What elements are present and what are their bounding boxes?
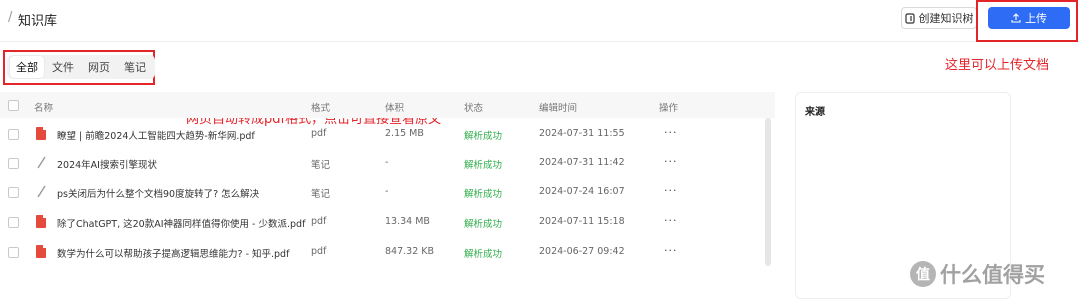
select-all-checkbox[interactable]: [8, 100, 19, 111]
file-name[interactable]: ps关闭后为什么整个文档90度旋转了? 怎么解决: [57, 186, 259, 200]
edit-time: 2024-07-31 11:55: [539, 128, 625, 139]
edit-time: 2024-06-27 09:42: [539, 246, 625, 257]
file-size: 847.32 KB: [385, 246, 435, 257]
file-name[interactable]: 数学为什么可以帮助孩子提高逻辑思维能力? - 知乎.pdf: [57, 246, 289, 260]
tab-files[interactable]: 文件: [46, 56, 80, 78]
file-format: pdf: [311, 216, 327, 227]
more-actions-button[interactable]: ···: [664, 155, 678, 168]
source-panel-title: 来源: [805, 107, 825, 118]
row-checkbox[interactable]: [8, 158, 19, 169]
edit-time: 2024-07-11 15:18: [539, 216, 625, 227]
file-size: 2.15 MB: [385, 128, 424, 139]
file-format: 笔记: [311, 189, 331, 200]
edit-time: 2024-07-24 16:07: [539, 186, 625, 197]
pdf-icon: [36, 127, 46, 140]
header-divider: [0, 41, 1080, 42]
file-format: pdf: [311, 246, 327, 257]
create-knowledge-tree-label: 创建知识树: [918, 12, 974, 25]
create-knowledge-tree-button[interactable]: 创建知识树: [901, 7, 977, 29]
parse-status: 解析成功: [464, 160, 503, 171]
column-format: 格式: [311, 103, 331, 114]
parse-status: 解析成功: [464, 219, 503, 230]
row-checkbox[interactable]: [8, 187, 19, 198]
tab-webpages[interactable]: 网页: [82, 56, 116, 78]
upload-annotation: 这里可以上传文档: [945, 58, 1050, 73]
file-size: 13.34 MB: [385, 216, 430, 227]
file-name[interactable]: 瞭望 | 前瞻2024人工智能四大趋势-新华网.pdf: [57, 128, 255, 142]
watermark: 值 什么值得买: [910, 259, 1045, 289]
filter-tabs: 全部 文件 网页 笔记: [7, 55, 155, 79]
row-checkbox[interactable]: [8, 129, 19, 140]
table-row[interactable]: 数学为什么可以帮助孩子提高逻辑思维能力? - 知乎.pdf pdf 847.32…: [0, 238, 775, 267]
table-scrollbar[interactable]: [765, 118, 771, 266]
file-name[interactable]: 2024年AI搜索引擎现状: [57, 157, 157, 171]
file-size: -: [385, 186, 389, 197]
parse-status: 解析成功: [464, 189, 503, 200]
pdf-icon: [36, 245, 46, 258]
column-size: 体积: [385, 103, 405, 114]
table-row[interactable]: 瞭望 | 前瞻2024人工智能四大趋势-新华网.pdf pdf 2.15 MB …: [0, 120, 775, 149]
pdf-icon: [36, 215, 46, 228]
parse-status: 解析成功: [464, 249, 503, 260]
parse-status: 解析成功: [464, 131, 503, 142]
tab-all[interactable]: 全部: [10, 56, 44, 78]
watermark-text: 什么值得买: [940, 263, 1045, 287]
note-icon: [37, 185, 46, 198]
column-actions: 操作: [659, 103, 679, 114]
column-status: 状态: [464, 103, 484, 114]
row-checkbox[interactable]: [8, 217, 19, 228]
tree-icon: [904, 12, 915, 24]
page-title: 知识库: [18, 14, 58, 29]
column-edit-time: 编辑时间: [539, 103, 578, 114]
upload-highlight-box: [976, 0, 1078, 42]
file-name[interactable]: 除了ChatGPT, 这20款AI神器同样值得你使用 - 少数派.pdf: [57, 216, 305, 230]
more-actions-button[interactable]: ···: [664, 244, 678, 257]
more-actions-button[interactable]: ···: [664, 126, 678, 139]
tab-notes[interactable]: 笔记: [118, 56, 152, 78]
edit-time: 2024-07-31 11:42: [539, 157, 625, 168]
file-size: -: [385, 157, 389, 168]
row-checkbox[interactable]: [8, 247, 19, 258]
table-row[interactable]: 2024年AI搜索引擎现状 笔记 - 解析成功 2024-07-31 11:42…: [0, 149, 775, 178]
table-row[interactable]: 除了ChatGPT, 这20款AI神器同样值得你使用 - 少数派.pdf pdf…: [0, 208, 775, 237]
more-actions-button[interactable]: ···: [664, 184, 678, 197]
file-format: 笔记: [311, 160, 331, 171]
watermark-logo: 值: [910, 261, 936, 287]
column-name: 名称: [34, 103, 54, 114]
file-format: pdf: [311, 128, 327, 139]
more-actions-button[interactable]: ···: [664, 214, 678, 227]
note-icon: [37, 156, 46, 169]
table-row[interactable]: ps关闭后为什么整个文档90度旋转了? 怎么解决 笔记 - 解析成功 2024-…: [0, 178, 775, 207]
breadcrumb-separator: /: [8, 10, 13, 25]
